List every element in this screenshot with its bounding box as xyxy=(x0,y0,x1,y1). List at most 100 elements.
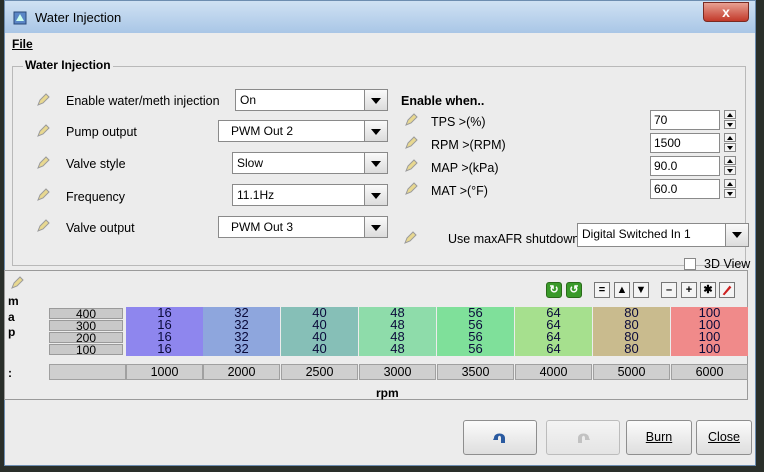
3d-view-checkbox[interactable] xyxy=(684,258,696,270)
chevron-down-icon[interactable] xyxy=(364,121,387,141)
column-header: 1000 xyxy=(126,364,203,380)
y-axis-label-char: m xyxy=(8,294,19,308)
column-header: 5000 xyxy=(593,364,670,380)
valve-style-value: Slow xyxy=(237,156,264,170)
stepper-down-icon[interactable] xyxy=(724,189,736,198)
table-cell[interactable]: 48 xyxy=(359,342,436,356)
valve-output-value: PWM Out 3 xyxy=(231,220,294,234)
stepper-up-icon[interactable] xyxy=(724,179,736,188)
chevron-down-icon[interactable] xyxy=(364,90,387,110)
window-title: Water Injection xyxy=(35,10,122,25)
table-cell[interactable]: 100 xyxy=(671,342,748,356)
reload-icon[interactable]: ↺ xyxy=(566,282,582,298)
enable-injection-label: Enable water/meth injection xyxy=(66,94,220,108)
mat-value: 60.0 xyxy=(654,182,678,196)
chevron-down-icon[interactable] xyxy=(364,185,387,205)
menu-bar: File xyxy=(5,33,755,55)
valve-output-select[interactable]: PWM Out 3 xyxy=(218,216,388,238)
minus-button[interactable]: – xyxy=(661,282,677,298)
redo-button[interactable] xyxy=(546,420,620,455)
decrease-button[interactable]: ▼ xyxy=(633,282,649,298)
pencil-icon[interactable] xyxy=(36,156,50,170)
chevron-down-icon[interactable] xyxy=(364,217,387,237)
multiply-button[interactable]: ✱ xyxy=(700,282,716,298)
tps-stepper[interactable] xyxy=(724,110,736,130)
valve-style-select[interactable]: Slow xyxy=(232,152,388,174)
table-cell[interactable]: 80 xyxy=(593,342,670,356)
row-header: 200 xyxy=(49,332,123,344)
mat-input[interactable]: 60.0 xyxy=(650,179,720,199)
rpm-input[interactable]: 1500 xyxy=(650,133,720,153)
frequency-select[interactable]: 11.1Hz xyxy=(232,184,388,206)
column-header: 3500 xyxy=(437,364,514,380)
maxafr-value: Digital Switched In 1 xyxy=(582,227,691,241)
stepper-up-icon[interactable] xyxy=(724,110,736,119)
mat-stepper[interactable] xyxy=(724,179,736,199)
redo-icon xyxy=(578,433,590,443)
increase-button[interactable]: ▲ xyxy=(614,282,630,298)
rpm-label: RPM >(RPM) xyxy=(431,138,506,152)
y-axis-label-char: : xyxy=(8,366,12,380)
equals-button[interactable]: = xyxy=(594,282,610,298)
x-axis-label: rpm xyxy=(376,386,399,400)
pencil-icon[interactable] xyxy=(403,231,417,245)
pencil-icon[interactable] xyxy=(404,136,418,150)
undo-button[interactable] xyxy=(463,420,537,455)
enable-injection-value: On xyxy=(240,93,257,107)
table-cell[interactable]: 32 xyxy=(203,342,280,356)
pen-icon[interactable] xyxy=(719,282,735,298)
maxafr-select[interactable]: Digital Switched In 1 xyxy=(577,223,749,247)
pencil-icon[interactable] xyxy=(404,182,418,196)
enable-injection-select[interactable]: On xyxy=(235,89,388,111)
pencil-icon[interactable] xyxy=(36,188,50,202)
valve-output-label: Valve output xyxy=(66,221,135,235)
column-header: 2000 xyxy=(203,364,280,380)
close-window-button[interactable]: x xyxy=(703,2,749,22)
tps-input[interactable]: 70 xyxy=(650,110,720,130)
stepper-down-icon[interactable] xyxy=(724,120,736,129)
pencil-icon[interactable] xyxy=(10,276,24,290)
chevron-down-icon[interactable] xyxy=(725,224,748,246)
burn-button[interactable]: Burn xyxy=(626,420,692,455)
chevron-down-icon[interactable] xyxy=(364,153,387,173)
enable-when-heading: Enable when.. xyxy=(401,94,485,108)
stepper-up-icon[interactable] xyxy=(724,133,736,142)
map-label: MAP >(kPa) xyxy=(431,161,499,175)
rpm-value: 1500 xyxy=(654,136,681,150)
stepper-down-icon[interactable] xyxy=(724,166,736,175)
pump-output-select[interactable]: PWM Out 2 xyxy=(218,120,388,142)
stepper-down-icon[interactable] xyxy=(724,143,736,152)
y-axis-label-char: a xyxy=(8,310,15,324)
valve-style-label: Valve style xyxy=(66,157,126,171)
column-header: 3000 xyxy=(359,364,436,380)
table-cell[interactable]: 16 xyxy=(126,342,203,356)
map-input[interactable]: 90.0 xyxy=(650,156,720,176)
map-value: 90.0 xyxy=(654,159,678,173)
pencil-icon[interactable] xyxy=(36,93,50,107)
map-stepper[interactable] xyxy=(724,156,736,176)
rpm-stepper[interactable] xyxy=(724,133,736,153)
app-icon xyxy=(13,11,27,25)
pump-output-label: Pump output xyxy=(66,125,137,139)
pencil-icon[interactable] xyxy=(36,219,50,233)
table-cell[interactable]: 40 xyxy=(281,342,358,356)
close-button[interactable]: Close xyxy=(696,420,752,455)
frequency-value: 11.1Hz xyxy=(237,188,275,202)
menu-file[interactable]: File xyxy=(12,37,33,51)
maxafr-label: Use maxAFR shutdown xyxy=(448,232,580,246)
table-cell[interactable]: 64 xyxy=(515,342,592,356)
mat-label: MAT >(°F) xyxy=(431,184,488,198)
refresh-icon[interactable]: ↻ xyxy=(546,282,562,298)
group-title: Water Injection xyxy=(23,58,113,72)
pencil-icon[interactable] xyxy=(404,113,418,127)
tps-label: TPS >(%) xyxy=(431,115,486,129)
pencil-icon[interactable] xyxy=(404,159,418,173)
column-header: 2500 xyxy=(281,364,358,380)
table-cell[interactable]: 56 xyxy=(437,342,514,356)
3d-view-label[interactable]: 3D View xyxy=(704,257,750,271)
stepper-up-icon[interactable] xyxy=(724,156,736,165)
pencil-icon[interactable] xyxy=(36,124,50,138)
tps-value: 70 xyxy=(654,113,668,127)
plus-button[interactable]: + xyxy=(681,282,697,298)
column-header: 4000 xyxy=(515,364,592,380)
